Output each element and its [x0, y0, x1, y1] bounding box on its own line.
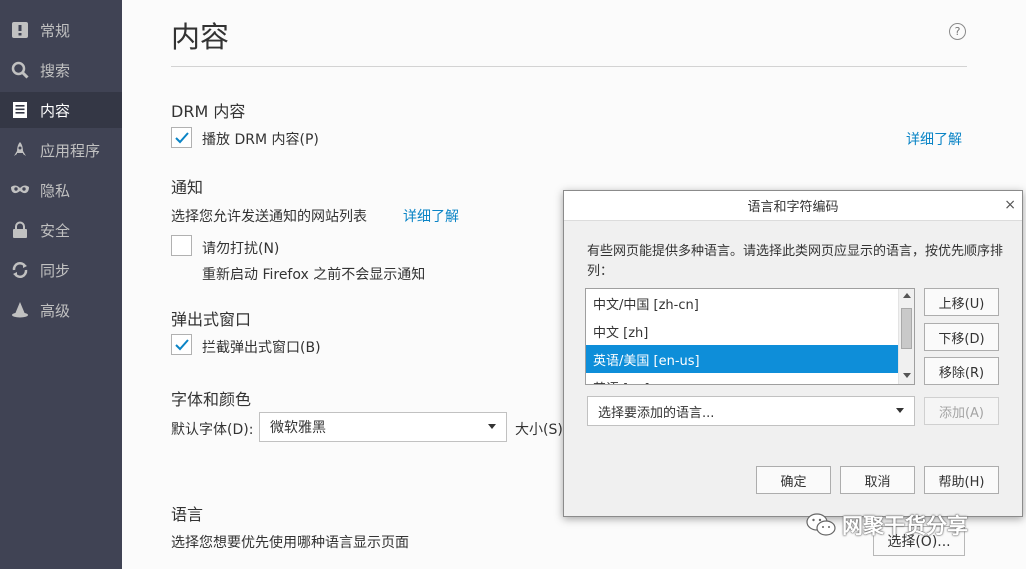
- sidebar-item-label: 常规: [40, 21, 71, 40]
- mask-icon: [0, 183, 40, 197]
- chevron-down-icon: [896, 408, 904, 413]
- close-icon[interactable]: ×: [1004, 197, 1016, 213]
- list-item[interactable]: 英语/美国 [en-us]: [586, 345, 899, 373]
- watermark-text: 网聚干货分享: [842, 514, 968, 538]
- help-button[interactable]: 帮助(H): [924, 466, 999, 494]
- block-popups-checkbox[interactable]: [171, 334, 192, 355]
- sidebar-item-general[interactable]: 常规: [0, 12, 122, 48]
- dialog-title: 语言和字符编码: [564, 191, 1022, 221]
- default-font-select[interactable]: 微软雅黑: [259, 412, 507, 442]
- sync-icon: [0, 261, 40, 279]
- notifications-learn-more-link[interactable]: 详细了解: [403, 206, 459, 226]
- list-item[interactable]: 中文 [zh]: [586, 317, 899, 345]
- popups-heading: 弹出式窗口: [171, 310, 252, 329]
- move-down-button[interactable]: 下移(D): [924, 323, 999, 351]
- drm-checkbox[interactable]: [171, 127, 192, 148]
- sidebar-item-content[interactable]: 内容: [0, 92, 122, 128]
- block-popups-label: 拦截弹出式窗口(B): [202, 340, 321, 356]
- page-title: 内容: [171, 20, 230, 54]
- notifications-description: 选择您允许发送通知的网站列表: [171, 209, 367, 225]
- lock-icon: [0, 221, 40, 239]
- sidebar-item-advanced[interactable]: 高级: [0, 292, 122, 328]
- sidebar-item-label: 搜索: [40, 61, 71, 80]
- scroll-down-icon[interactable]: [903, 373, 911, 378]
- notifications-heading: 通知: [171, 178, 204, 197]
- default-font-label: 默认字体(D):: [171, 422, 254, 438]
- scrollbar-thumb[interactable]: [901, 308, 912, 349]
- language-list[interactable]: 中文/中国 [zh-cn] 中文 [zh] 英语/美国 [en-us] 英语 […: [585, 288, 915, 385]
- rocket-icon: [0, 141, 40, 159]
- sidebar-item-security[interactable]: 安全: [0, 212, 122, 248]
- add-button[interactable]: 添加(A): [924, 397, 999, 425]
- drm-learn-more-link[interactable]: 详细了解: [906, 129, 962, 149]
- sidebar-item-label: 高级: [40, 301, 71, 320]
- sidebar-item-label: 内容: [40, 101, 71, 120]
- search-icon: [0, 61, 40, 79]
- language-dialog: 语言和字符编码 × 有些网页能提供多种语言。请选择此类网页应显示的语言，按优先顺…: [563, 190, 1023, 517]
- list-item[interactable]: 英语 [en]: [586, 373, 899, 385]
- sidebar-item-privacy[interactable]: 隐私: [0, 172, 122, 208]
- move-up-button[interactable]: 上移(U): [924, 288, 999, 316]
- do-not-disturb-label: 请勿打扰(N): [202, 241, 280, 257]
- general-icon: [0, 21, 40, 39]
- wechat-icon: [806, 513, 836, 536]
- language-heading: 语言: [171, 505, 204, 524]
- scroll-up-icon[interactable]: [903, 293, 911, 298]
- sidebar: 常规 搜索 内容 应用程序 隐私 安全 同步 高级: [0, 0, 122, 569]
- sidebar-item-sync[interactable]: 同步: [0, 252, 122, 288]
- add-language-placeholder: 选择要添加的语言...: [598, 405, 715, 421]
- fonts-heading: 字体和颜色: [171, 390, 252, 409]
- wizard-hat-icon: [0, 301, 40, 319]
- chevron-down-icon: [488, 424, 496, 429]
- title-divider: [171, 66, 967, 67]
- ok-button[interactable]: 确定: [756, 466, 831, 494]
- remove-button[interactable]: 移除(R): [924, 357, 999, 385]
- do-not-disturb-note: 重新启动 Firefox 之前不会显示通知: [202, 267, 426, 283]
- dialog-description: 有些网页能提供多种语言。请选择此类网页应显示的语言，按优先顺序排列：: [587, 244, 1004, 279]
- sidebar-item-search[interactable]: 搜索: [0, 52, 122, 88]
- checkmark-icon: [174, 131, 189, 143]
- watermark: 网聚干货分享: [806, 510, 968, 540]
- cancel-button[interactable]: 取消: [840, 466, 915, 494]
- do-not-disturb-checkbox[interactable]: [171, 235, 192, 256]
- sidebar-item-label: 安全: [40, 221, 71, 240]
- language-list-scrollbar[interactable]: [898, 289, 914, 384]
- checkmark-icon: [174, 338, 189, 350]
- drm-heading: DRM 内容: [171, 102, 246, 121]
- font-size-label: 大小(S): [515, 422, 563, 438]
- default-font-value: 微软雅黑: [270, 420, 326, 436]
- help-icon[interactable]: ?: [949, 23, 966, 40]
- sidebar-item-label: 同步: [40, 261, 71, 280]
- language-description: 选择您想要优先使用哪种语言显示页面: [171, 535, 409, 551]
- list-item[interactable]: 中文/中国 [zh-cn]: [586, 289, 899, 317]
- sidebar-item-applications[interactable]: 应用程序: [0, 132, 122, 168]
- content-icon: [0, 101, 40, 119]
- sidebar-item-label: 隐私: [40, 181, 71, 200]
- drm-checkbox-label: 播放 DRM 内容(P): [202, 132, 319, 148]
- sidebar-item-label: 应用程序: [40, 141, 101, 160]
- add-language-select[interactable]: 选择要添加的语言...: [587, 396, 915, 426]
